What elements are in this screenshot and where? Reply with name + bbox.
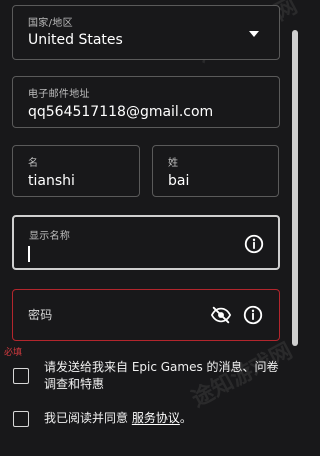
marketing-consent-text: 请发送给我来自 Epic Games 的消息、问卷调查和特惠: [44, 360, 279, 391]
chevron-down-icon[interactable]: [249, 31, 259, 37]
email-label: 电子邮件地址: [28, 89, 90, 100]
terms-consent-prefix: 我已阅读并同意: [44, 411, 132, 425]
terms-consent-suffix: 。: [179, 411, 192, 425]
eye-off-icon[interactable]: [210, 304, 232, 326]
terms-of-service-link[interactable]: 服务协议: [132, 411, 180, 425]
info-icon[interactable]: [242, 304, 264, 326]
country-select[interactable]: 国家/地区 United States: [12, 5, 280, 60]
email-value: qq564517118@gmail.com: [28, 104, 214, 120]
password-label: 密码: [28, 308, 53, 322]
last-name-label: 姓: [168, 158, 179, 169]
password-field[interactable]: 密码: [12, 289, 280, 341]
terms-consent-checkbox[interactable]: [13, 411, 29, 427]
country-value: United States: [28, 32, 123, 48]
last-name-field[interactable]: 姓 bai: [152, 145, 279, 197]
first-name-label: 名: [28, 158, 39, 169]
epic-signup-form: 途知游戏网 途知游戏网 国家/地区 United States 电子邮件地址 q…: [0, 0, 300, 456]
marketing-consent-checkbox[interactable]: [13, 368, 29, 384]
country-label: 国家/地区: [28, 18, 73, 29]
password-error: 必填: [4, 348, 23, 358]
display-name-field[interactable]: 显示名称: [12, 215, 280, 270]
info-icon[interactable]: [243, 233, 265, 255]
email-field[interactable]: 电子邮件地址 qq564517118@gmail.com: [12, 76, 280, 128]
scrollbar[interactable]: [292, 30, 298, 346]
terms-consent-text: 我已阅读并同意 服务协议。: [44, 410, 280, 427]
last-name-value: bai: [168, 173, 190, 189]
first-name-value: tianshi: [28, 173, 75, 189]
text-cursor: [28, 246, 30, 262]
first-name-field[interactable]: 名 tianshi: [12, 145, 140, 197]
display-name-label: 显示名称: [29, 231, 71, 242]
